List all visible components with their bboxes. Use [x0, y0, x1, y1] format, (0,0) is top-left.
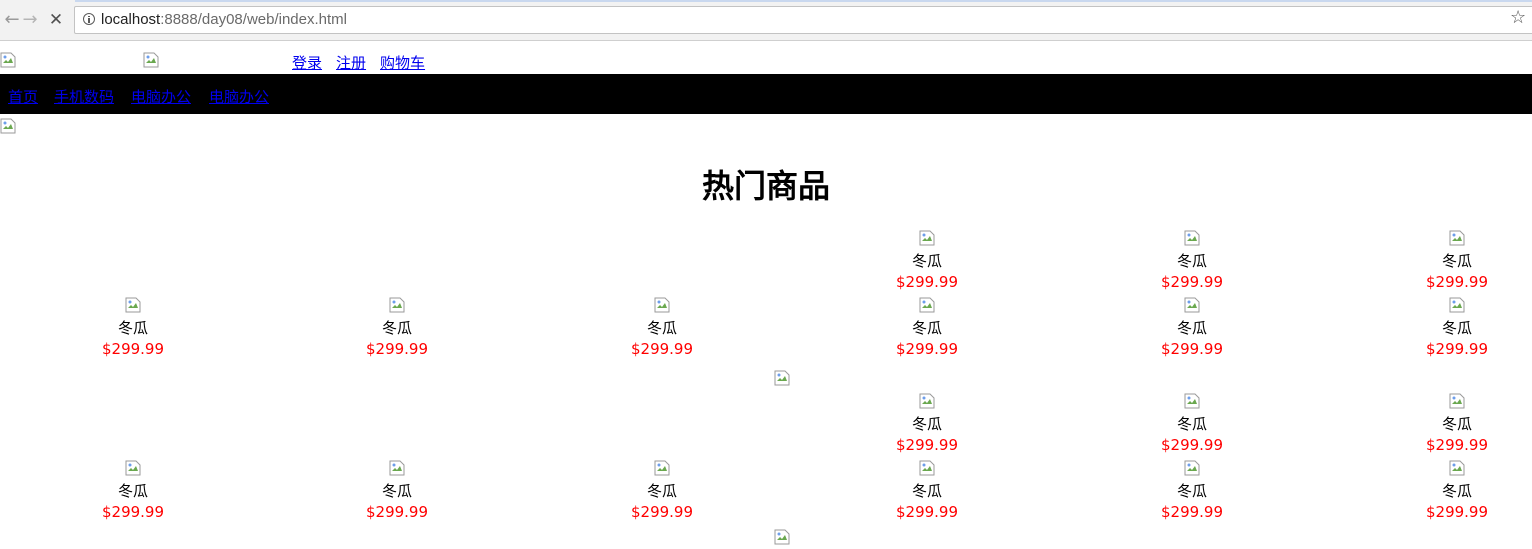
product-price: $299.99 — [1425, 340, 1489, 358]
product-card[interactable]: 冬瓜 $299.99 — [862, 297, 992, 361]
product-price: $299.99 — [1160, 273, 1224, 291]
product-name: 冬瓜 — [117, 319, 148, 337]
product-card[interactable]: 冬瓜 $299.99 — [862, 460, 992, 524]
product-card[interactable]: 冬瓜 $299.99 — [1392, 297, 1522, 361]
broken-image-icon — [0, 52, 16, 68]
broken-image-icon — [389, 460, 405, 476]
url-text[interactable]: localhost:8888/day08/web/index.html — [101, 11, 347, 28]
product-name: 冬瓜 — [1176, 252, 1207, 270]
product-price: $299.99 — [895, 273, 959, 291]
broken-image-icon — [1184, 460, 1200, 476]
product-card[interactable]: 冬瓜 $299.99 — [1127, 230, 1257, 294]
product-card[interactable]: 冬瓜 $299.99 — [332, 297, 462, 361]
product-name: 冬瓜 — [911, 252, 942, 270]
product-price: $299.99 — [630, 340, 694, 358]
broken-image-icon — [1449, 393, 1465, 409]
product-name: 冬瓜 — [911, 319, 942, 337]
page-title: 热门商品 — [701, 167, 830, 205]
product-name: 冬瓜 — [381, 482, 412, 500]
product-card[interactable]: 冬瓜 $299.99 — [597, 297, 727, 361]
product-price: $299.99 — [1425, 436, 1489, 454]
menu-item-phones[interactable]: 手机数码 — [54, 86, 114, 107]
product-name: 冬瓜 — [1176, 482, 1207, 500]
register-link[interactable]: 注册 — [336, 54, 366, 72]
star-icon[interactable]: ☆ — [1510, 7, 1526, 28]
product-card[interactable]: 冬瓜 $299.99 — [68, 460, 198, 524]
product-name: 冬瓜 — [646, 482, 677, 500]
product-name: 冬瓜 — [646, 319, 677, 337]
product-name: 冬瓜 — [1441, 252, 1472, 270]
product-price: $299.99 — [101, 340, 165, 358]
product-price: $299.99 — [1160, 436, 1224, 454]
broken-image-icon — [1449, 297, 1465, 313]
product-card[interactable]: 冬瓜 $299.99 — [597, 460, 727, 524]
product-price: $299.99 — [630, 503, 694, 521]
menu-item-computers[interactable]: 电脑办公 — [131, 86, 191, 107]
stop-icon[interactable]: ✕ — [44, 8, 68, 32]
product-card[interactable]: 冬瓜 $299.99 — [1127, 297, 1257, 361]
product-price: $299.99 — [895, 503, 959, 521]
url-host: localhost — [101, 11, 161, 28]
product-name: 冬瓜 — [117, 482, 148, 500]
address-bar[interactable]: localhost:8888/day08/web/index.html — [74, 6, 1532, 34]
broken-image-icon — [389, 297, 405, 313]
product-name: 冬瓜 — [1441, 319, 1472, 337]
product-card[interactable]: 冬瓜 $299.99 — [332, 460, 462, 524]
broken-image-icon — [1184, 230, 1200, 246]
product-card[interactable]: 冬瓜 $299.99 — [862, 230, 992, 294]
product-name: 冬瓜 — [1441, 482, 1472, 500]
browser-toolbar: ← → ✕ localhost:8888/day08/web/index.htm… — [0, 0, 1532, 41]
product-card[interactable]: 冬瓜 $299.99 — [1127, 460, 1257, 524]
url-path: :8888/day08/web/index.html — [160, 11, 347, 28]
product-card[interactable]: 冬瓜 $299.99 — [68, 297, 198, 361]
broken-image-icon — [919, 230, 935, 246]
broken-image-icon — [125, 297, 141, 313]
product-name: 冬瓜 — [1176, 415, 1207, 433]
product-price: $299.99 — [1425, 273, 1489, 291]
product-card[interactable]: 冬瓜 $299.99 — [1392, 393, 1522, 457]
broken-image-icon — [143, 52, 159, 68]
product-name: 冬瓜 — [381, 319, 412, 337]
broken-image-icon — [774, 370, 790, 386]
product-price: $299.99 — [1160, 503, 1224, 521]
top-links: 登录 注册 购物车 — [292, 52, 439, 73]
product-card[interactable]: 冬瓜 $299.99 — [1392, 230, 1522, 294]
product-name: 冬瓜 — [1441, 415, 1472, 433]
broken-image-icon — [774, 529, 790, 545]
forward-arrow-icon[interactable]: → — [18, 8, 42, 32]
product-price: $299.99 — [1425, 503, 1489, 521]
broken-image-icon — [1184, 393, 1200, 409]
broken-image-icon — [919, 393, 935, 409]
product-price: $299.99 — [1160, 340, 1224, 358]
product-price: $299.99 — [895, 436, 959, 454]
login-link[interactable]: 登录 — [292, 54, 322, 72]
cart-link[interactable]: 购物车 — [380, 54, 425, 72]
menu-item-computers-2[interactable]: 电脑办公 — [209, 86, 269, 107]
broken-image-icon — [0, 118, 16, 134]
product-price: $299.99 — [365, 340, 429, 358]
info-icon[interactable] — [83, 13, 95, 25]
product-card[interactable]: 冬瓜 $299.99 — [862, 393, 992, 457]
product-name: 冬瓜 — [911, 415, 942, 433]
broken-image-icon — [1449, 460, 1465, 476]
menu-item-home[interactable]: 首页 — [8, 86, 38, 107]
product-price: $299.99 — [365, 503, 429, 521]
product-price: $299.99 — [895, 340, 959, 358]
product-card[interactable]: 冬瓜 $299.99 — [1127, 393, 1257, 457]
product-name: 冬瓜 — [1176, 319, 1207, 337]
broken-image-icon — [654, 297, 670, 313]
broken-image-icon — [1184, 297, 1200, 313]
broken-image-icon — [1449, 230, 1465, 246]
broken-image-icon — [919, 297, 935, 313]
product-price: $299.99 — [101, 503, 165, 521]
broken-image-icon — [919, 460, 935, 476]
product-card[interactable]: 冬瓜 $299.99 — [1392, 460, 1522, 524]
menu-bar: 首页 手机数码 电脑办公 电脑办公 — [0, 74, 1532, 114]
broken-image-icon — [125, 460, 141, 476]
broken-image-icon — [654, 460, 670, 476]
product-name: 冬瓜 — [911, 482, 942, 500]
loading-bar — [75, 0, 1532, 2]
